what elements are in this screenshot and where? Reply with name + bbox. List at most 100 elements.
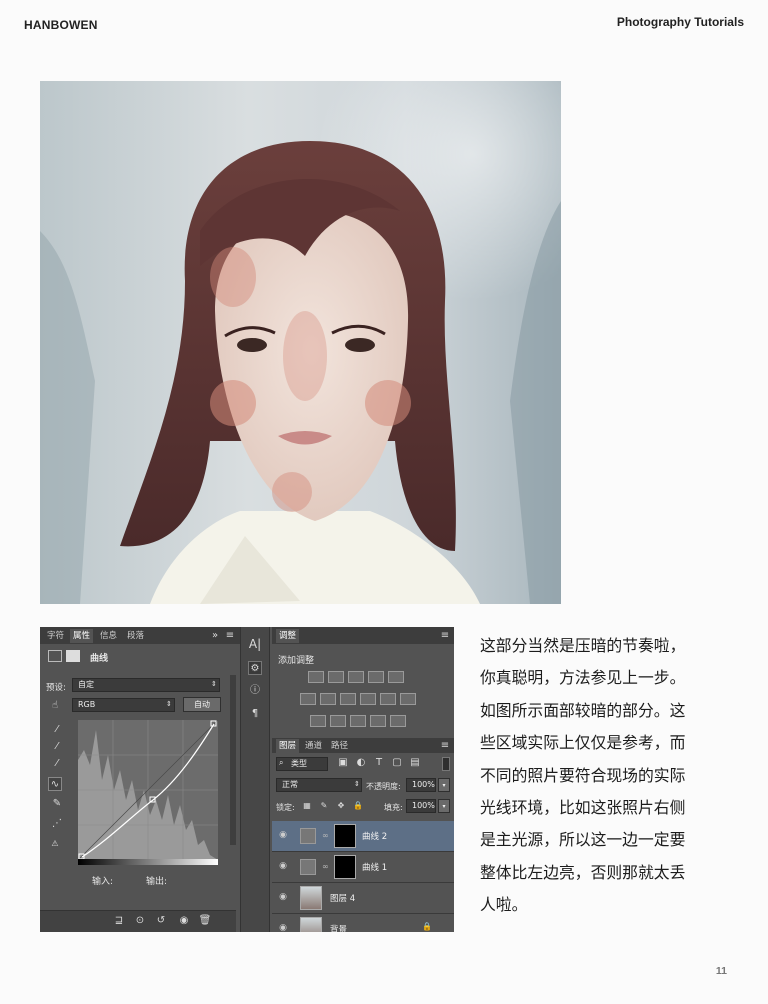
adjustments-subtitle: 添加调整 — [278, 656, 315, 666]
fill-label: 填充: — [384, 803, 403, 812]
tab-info[interactable]: 信息 — [97, 629, 120, 643]
auto-button[interactable]: 自动 — [183, 697, 221, 712]
link-icon: ∞ — [322, 862, 329, 871]
tab-paragraph[interactable]: 段落 — [124, 629, 147, 643]
filter-smart-object-icon[interactable]: ▤ — [408, 756, 422, 770]
eyedropper-white-icon[interactable]: ⁄ — [50, 757, 64, 771]
opacity-label: 不透明度: — [366, 782, 401, 791]
layer-thumbnail — [300, 886, 322, 910]
curve-tool-icon[interactable]: ∿ — [48, 777, 62, 791]
output-label: 输出: — [146, 877, 168, 887]
channel-select[interactable]: RGB — [72, 698, 175, 712]
threshold-icon[interactable] — [350, 715, 366, 727]
info-icon[interactable]: ⓘ — [248, 684, 262, 698]
visibility-eye-icon[interactable]: ◉ — [277, 861, 289, 873]
curves-adjustment-icon — [48, 650, 62, 662]
panel-menu-icon[interactable]: ≡ — [438, 739, 452, 753]
lock-move-icon[interactable]: ✥ — [334, 799, 348, 813]
scrollbar[interactable] — [230, 675, 236, 845]
trash-icon[interactable]: 🗑 — [198, 914, 212, 928]
gradient-map-icon[interactable] — [390, 715, 406, 727]
hue-saturation-icon[interactable] — [300, 693, 316, 705]
portrait-illustration — [40, 141, 561, 604]
layer-filter-select[interactable]: 类型 — [276, 757, 328, 771]
mask-icon[interactable] — [66, 650, 80, 662]
filter-pixel-icon[interactable]: ▣ — [336, 756, 350, 770]
tab-channels[interactable]: 通道 — [302, 739, 325, 753]
brightness-contrast-icon[interactable] — [308, 671, 324, 683]
levels-icon[interactable] — [328, 671, 344, 683]
curves-icon[interactable] — [348, 671, 364, 683]
eyedropper-gray-icon[interactable]: ⁄ — [50, 740, 64, 754]
panel-menu-icon[interactable]: ≡ — [438, 629, 452, 643]
fill-dropdown[interactable]: ▾ — [438, 799, 450, 813]
color-balance-icon[interactable] — [320, 693, 336, 705]
selective-color-icon[interactable] — [370, 715, 386, 727]
body-copy: 这部分当然是压暗的节奏啦， 你真聪明，方法参见上一步。 如图所示面部较暗的部分。… — [480, 630, 730, 922]
adjustments-icon[interactable]: ⚙ — [248, 661, 262, 675]
visibility-eye-icon[interactable]: ◉ — [277, 923, 289, 932]
eyedropper-black-icon[interactable]: ⁄ — [50, 723, 64, 737]
tab-character[interactable]: 字符 — [44, 629, 67, 643]
lock-brush-icon[interactable]: ✎ — [317, 799, 331, 813]
fill-field[interactable]: 100% — [406, 799, 436, 813]
tab-adjustments[interactable]: 调整 — [276, 629, 300, 643]
reset-icon[interactable]: ↺ — [154, 914, 168, 928]
opacity-field[interactable]: 100% — [406, 778, 436, 792]
curve-graph[interactable] — [78, 720, 218, 860]
tab-properties[interactable]: 属性 — [70, 629, 94, 643]
pencil-icon[interactable]: ✎ — [50, 797, 64, 811]
collapse-icon[interactable]: » — [208, 629, 222, 643]
clipping-warning-icon[interactable]: ⚠ — [48, 837, 62, 851]
preset-select[interactable]: 自定 — [72, 678, 220, 692]
body-line: 如图所示面部较暗的部分。这 — [480, 700, 686, 720]
section-title: Photography Tutorials — [616, 15, 744, 29]
input-label: 输入: — [92, 877, 114, 887]
layer-name: 图层 4 — [330, 894, 356, 904]
visibility-eye-icon[interactable]: ◉ — [177, 914, 191, 928]
layers-tab-bar — [272, 738, 454, 753]
photo-filter-icon[interactable] — [360, 693, 376, 705]
blend-mode-select[interactable]: 正常 — [276, 778, 362, 792]
layer-mask-thumbnail[interactable] — [334, 855, 356, 879]
hand-tool-icon[interactable]: ☝ — [48, 699, 62, 713]
layer-row[interactable]: ◉ ∞ 曲线 1 — [272, 852, 454, 883]
lock-transparent-icon[interactable]: ▦ — [300, 799, 314, 813]
filter-adjustment-icon[interactable]: ◐ — [354, 756, 368, 770]
layer-row[interactable]: ◉ 背景 🔒 — [272, 914, 454, 932]
layer-mask-thumbnail[interactable] — [334, 824, 356, 848]
vibrance-icon[interactable] — [388, 671, 404, 683]
tab-paths[interactable]: 路径 — [328, 739, 351, 753]
visibility-eye-icon[interactable]: ◉ — [277, 892, 289, 904]
chevron-down-icon: ⇕ — [166, 700, 172, 708]
chevron-down-icon: ⇕ — [354, 780, 360, 788]
portrait-photo — [40, 81, 561, 604]
body-line: 这部分当然是压暗的节奏啦， — [480, 636, 686, 655]
filter-shape-icon[interactable]: ▢ — [390, 756, 404, 770]
tab-layers[interactable]: 图层 — [276, 739, 300, 753]
invert-icon[interactable] — [310, 715, 326, 727]
body-line: 光线环境，比如这张照片右侧 — [480, 798, 686, 818]
gradient-bar — [78, 859, 218, 865]
layer-row[interactable]: ◉ ∞ 曲线 2 — [272, 821, 454, 852]
filter-toggle[interactable] — [442, 757, 450, 771]
posterize-icon[interactable] — [330, 715, 346, 727]
view-previous-icon[interactable]: ⊙ — [133, 914, 147, 928]
paragraph-icon[interactable]: ¶ — [248, 707, 262, 721]
opacity-dropdown[interactable]: ▾ — [438, 778, 450, 792]
filter-type-icon[interactable]: T — [372, 756, 386, 770]
channel-mixer-icon[interactable] — [380, 693, 396, 705]
search-icon: ⌕ — [279, 758, 284, 767]
smooth-icon[interactable]: ⋰ — [50, 817, 64, 831]
clip-to-layer-icon[interactable]: ⊒ — [112, 914, 126, 928]
exposure-icon[interactable] — [368, 671, 384, 683]
visibility-eye-icon[interactable]: ◉ — [277, 830, 289, 842]
layer-thumbnail — [300, 917, 322, 932]
layer-row[interactable]: ◉ 图层 4 — [272, 883, 454, 914]
lock-all-icon[interactable]: 🔒 — [351, 799, 365, 813]
page-number: 11 — [715, 965, 727, 977]
panel-menu-icon[interactable]: ≡ — [223, 629, 237, 643]
color-lookup-icon[interactable] — [400, 693, 416, 705]
character-icon[interactable]: A| — [248, 637, 262, 651]
black-white-icon[interactable] — [340, 693, 356, 705]
